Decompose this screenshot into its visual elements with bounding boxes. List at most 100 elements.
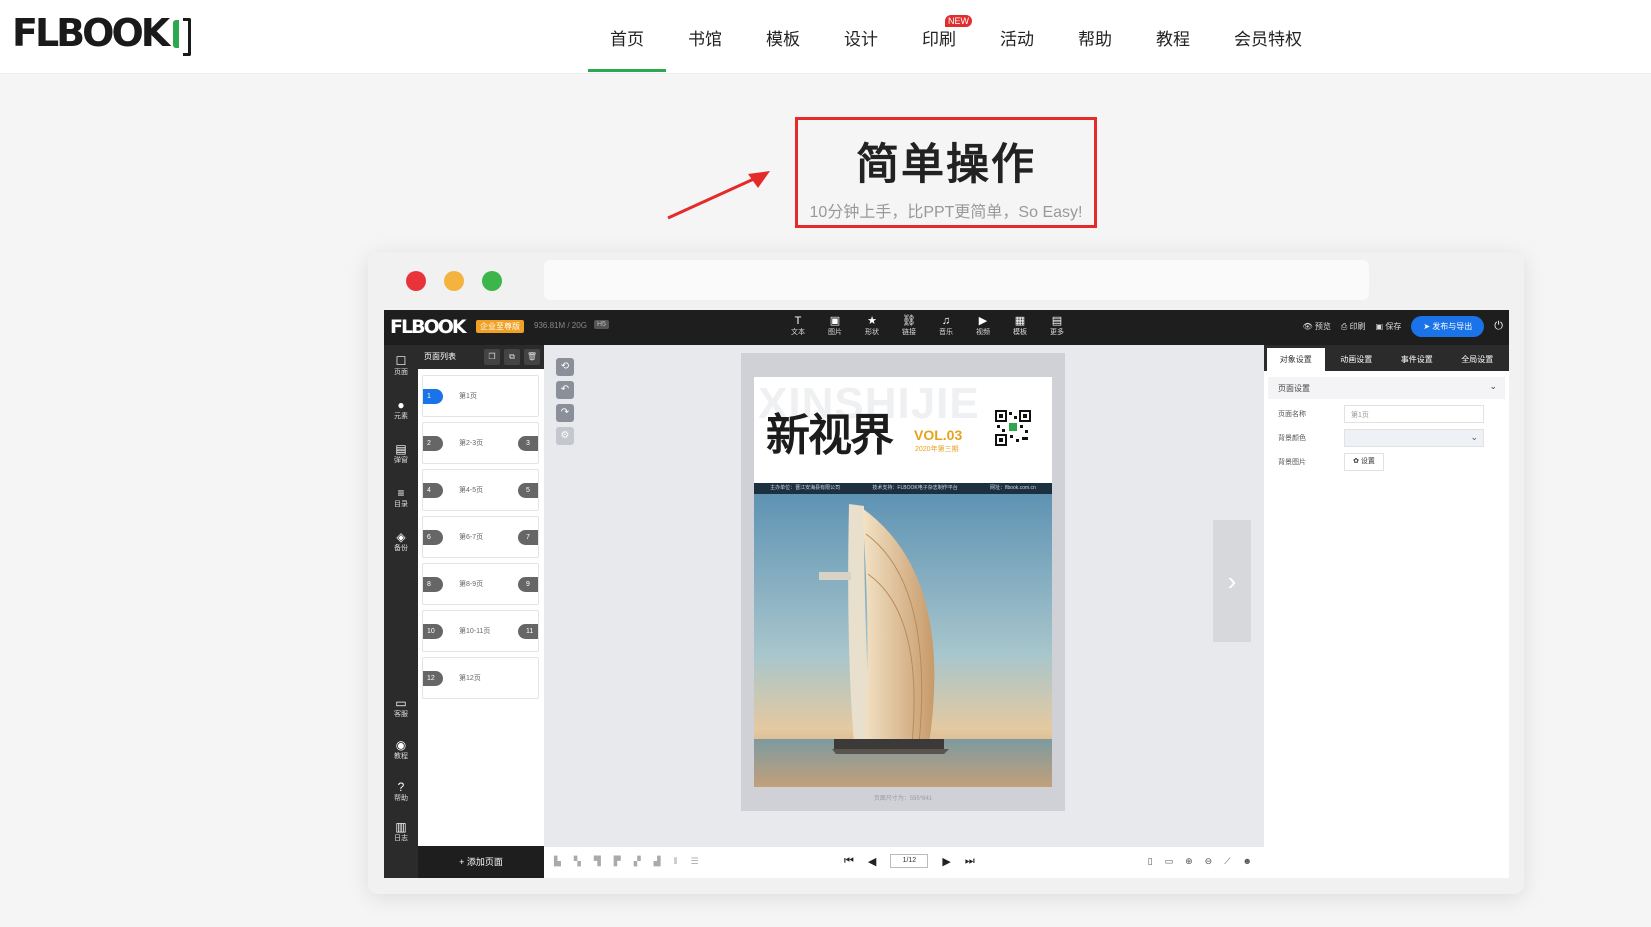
- tool-template[interactable]: ▦ 模板: [1009, 315, 1031, 337]
- nav-templates[interactable]: 模板: [744, 0, 822, 74]
- page-name-field[interactable]: 第1页: [1344, 405, 1484, 423]
- tab-object-settings[interactable]: 对象设置: [1267, 348, 1325, 371]
- tool-music[interactable]: ♫ 音乐: [935, 315, 957, 337]
- zoom-in-icon[interactable]: ⊕: [1185, 856, 1193, 867]
- chevron-down-icon: ⌄: [1489, 381, 1497, 391]
- red-arrow-icon: [667, 171, 770, 220]
- page-settings-section[interactable]: 页面设置 ⌄: [1268, 377, 1505, 399]
- tool-image[interactable]: ▣ 图片: [824, 315, 846, 337]
- minimize-dot-icon: [444, 271, 464, 291]
- video-tool-icon: ▶: [978, 315, 988, 327]
- distribute-vertical-icon[interactable]: ☰: [691, 856, 699, 867]
- redo-icon[interactable]: ↷: [556, 404, 574, 422]
- hero-subtitle: 10分钟上手，比PPT更简单，So Easy!: [809, 204, 1083, 221]
- sidebar-tutorial[interactable]: ◉ 教程: [384, 739, 418, 761]
- emoji-icon[interactable]: ☻: [1243, 856, 1252, 867]
- tab-animation-settings[interactable]: 动画设置: [1328, 348, 1386, 371]
- single-page-icon[interactable]: ▯: [1148, 856, 1153, 867]
- nav-help[interactable]: 帮助: [1056, 0, 1134, 74]
- tool-shape[interactable]: ★ 形状: [861, 315, 883, 337]
- page-item[interactable]: 12 第12页: [422, 657, 539, 699]
- add-page-button[interactable]: + 添加页面: [418, 846, 544, 878]
- nav-tutorials[interactable]: 教程: [1134, 0, 1212, 74]
- magazine-page[interactable]: XINSHIJIE 新视界 VOL.03 2020年第三期 主办单位：晋江安海县…: [754, 377, 1052, 787]
- align-top-icon[interactable]: ▛: [614, 856, 621, 867]
- sidebar-pages[interactable]: ☐ 页面: [384, 355, 418, 377]
- tab-event-settings[interactable]: 事件设置: [1388, 348, 1446, 371]
- align-left-icon[interactable]: ▙: [554, 856, 561, 867]
- sidebar-log[interactable]: ▥ 日志: [384, 821, 418, 843]
- distribute-horizontal-icon[interactable]: ⦀: [674, 856, 678, 867]
- editor-logo: FLBOOK: [390, 316, 467, 338]
- page-item[interactable]: 6 第6-7页 7: [422, 516, 539, 558]
- sidebar-support[interactable]: ▭ 客服: [384, 697, 418, 719]
- sidebar-help[interactable]: ? 帮助: [384, 781, 418, 803]
- save-button[interactable]: ▣ 保存: [1376, 321, 1402, 332]
- power-icon[interactable]: ⏻: [1494, 320, 1503, 333]
- sidebar-elements[interactable]: ● 元素: [384, 399, 418, 421]
- nav-design[interactable]: 设计: [822, 0, 900, 74]
- sidebar-popups[interactable]: ▤ 弹窗: [384, 443, 418, 465]
- tool-link[interactable]: ⛓ 链接: [898, 315, 920, 337]
- page-name-label: 页面名称: [1278, 411, 1306, 418]
- logo-bracket-icon: [173, 16, 192, 56]
- tool-video[interactable]: ▶ 视频: [972, 315, 994, 337]
- nav-membership[interactable]: 会员特权: [1212, 0, 1324, 74]
- first-page-icon[interactable]: ⏮: [844, 855, 854, 868]
- tab-global-settings[interactable]: 全局设置: [1449, 348, 1507, 371]
- prev-page-icon[interactable]: ◀: [868, 855, 876, 868]
- page-item[interactable]: 4 第4-5页 5: [422, 469, 539, 511]
- page-navigator: ⏮ ◀ 1/12 ▶ ⏭: [844, 854, 975, 868]
- align-center-icon[interactable]: ▚: [574, 856, 581, 867]
- publish-button[interactable]: ➤ 发布与导出: [1411, 316, 1485, 337]
- editor-app: FLBOOK 企业至尊版 936.81M / 20G H5 T 文本 ▣ 图片 ★ 形…: [384, 310, 1509, 878]
- send-icon: ➤: [1423, 322, 1431, 331]
- bg-color-picker[interactable]: ⌄: [1344, 429, 1484, 447]
- duplicate-page-icon[interactable]: ⧉: [504, 349, 520, 365]
- bg-image-settings-button[interactable]: ✿ 设置: [1344, 453, 1384, 471]
- sidebar-toc[interactable]: ≡ 目录: [384, 487, 418, 509]
- tool-text[interactable]: T 文本: [787, 315, 809, 337]
- window-controls: [406, 271, 502, 291]
- next-page-icon[interactable]: ▶: [942, 855, 950, 868]
- page-item[interactable]: 10 第10-11页 11: [422, 610, 539, 652]
- tool-more[interactable]: ▤ 更多: [1046, 315, 1068, 337]
- fit-screen-icon[interactable]: ▭: [1165, 856, 1174, 867]
- last-page-icon[interactable]: ⏭: [965, 855, 975, 868]
- main-menu: 首页 书馆 模板 设计 印刷 NEW 活动 帮助 教程 会员特权: [588, 0, 1324, 74]
- page-item[interactable]: 8 第8-9页 9: [422, 563, 539, 605]
- preview-button[interactable]: 👁 预览: [1303, 321, 1331, 332]
- page-item[interactable]: 1 第1页: [422, 375, 539, 417]
- align-middle-icon[interactable]: ▞: [634, 856, 641, 867]
- sidebar-backup[interactable]: ◈ 备份: [384, 531, 418, 553]
- undo-icon[interactable]: ↶: [556, 381, 574, 399]
- site-logo[interactable]: FLBOOK: [12, 11, 192, 56]
- align-bottom-icon[interactable]: ▟: [654, 856, 661, 867]
- log-icon: ▥: [395, 820, 407, 834]
- play-icon: ◉: [395, 738, 407, 752]
- zoom-out-icon[interactable]: ⊖: [1205, 856, 1213, 867]
- version-badge: H5: [594, 320, 609, 329]
- nav-print[interactable]: 印刷 NEW: [900, 0, 978, 74]
- nav-home[interactable]: 首页: [588, 0, 666, 74]
- hero-highlight-box: 简单操作 10分钟上手，比PPT更简单，So Easy!: [795, 117, 1097, 228]
- print-button[interactable]: ⎙ 印刷: [1341, 321, 1366, 332]
- align-right-icon[interactable]: ▜: [594, 856, 601, 867]
- next-page-arrow-icon[interactable]: ›: [1213, 520, 1251, 642]
- history-icon[interactable]: ⟲: [556, 358, 574, 376]
- copy-page-icon[interactable]: ❐: [484, 349, 500, 365]
- edition-badge: 企业至尊版: [476, 320, 524, 333]
- more-tool-icon: ▤: [1051, 315, 1063, 327]
- magazine-date: 2020年第三期: [915, 446, 959, 453]
- delete-page-icon[interactable]: 🗑: [524, 349, 540, 365]
- nav-events[interactable]: 活动: [978, 0, 1056, 74]
- eye-icon: 👁: [1302, 322, 1313, 331]
- popup-icon: ▤: [395, 442, 407, 456]
- toc-icon: ≡: [397, 486, 405, 500]
- nav-library[interactable]: 书馆: [666, 0, 744, 74]
- page-item[interactable]: 2 第2-3页 3: [422, 422, 539, 464]
- settings-icon[interactable]: ⚙: [556, 427, 574, 445]
- storage-usage: 936.81M / 20G: [534, 321, 587, 330]
- ruler-icon[interactable]: ⟋: [1224, 856, 1230, 867]
- page-indicator[interactable]: 1/12: [890, 854, 929, 868]
